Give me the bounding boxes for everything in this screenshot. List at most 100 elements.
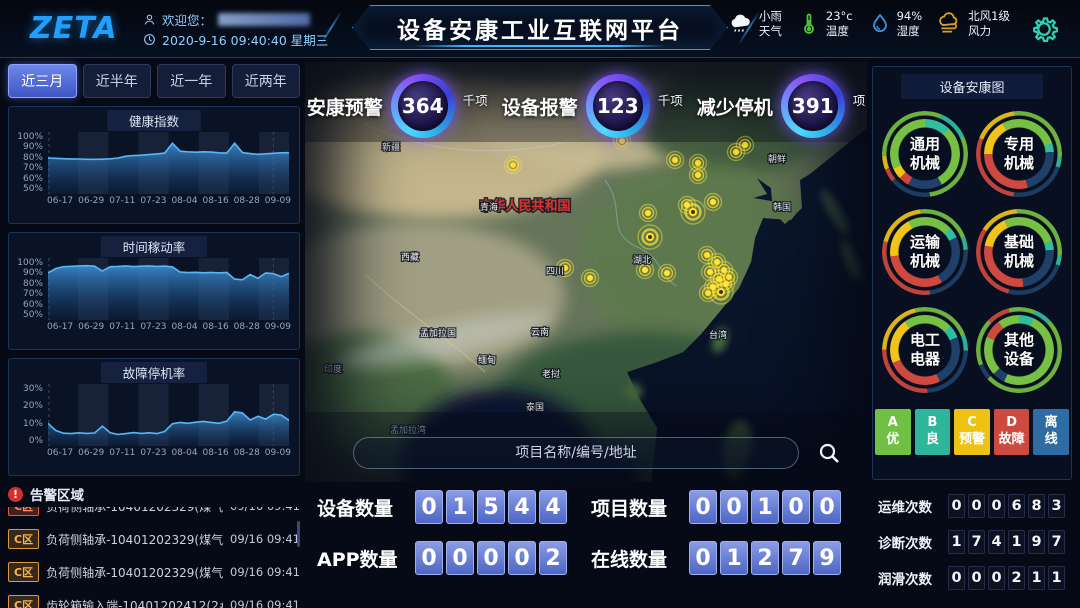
alert-text: 负荷侧轴承-10401202329(煤气引风机电...: [46, 564, 223, 581]
settings-gear-icon[interactable]: [1026, 11, 1062, 47]
range-button-3[interactable]: 近两年: [232, 64, 301, 98]
digit-box: 0: [782, 490, 810, 524]
map-search-bar: [353, 437, 841, 469]
map-marker[interactable]: [700, 285, 717, 302]
alert-list-scrollbar[interactable]: [297, 521, 300, 547]
counter-project-count: 项目数量 00100: [591, 490, 865, 524]
y-axis-labels: 100%90%80%70%60%50%: [15, 258, 47, 320]
rain-cloud-icon: [728, 11, 754, 37]
digit-box: 0: [477, 541, 505, 575]
gauge-运输机械[interactable]: 运输机械: [882, 209, 968, 295]
alert-row-2[interactable]: C区负荷侧轴承-10401202329(煤气引风机电...09/16 09:41: [8, 559, 300, 585]
counter-label: 诊断次数: [878, 532, 940, 552]
digit-box: 9: [1028, 530, 1045, 554]
digit-box: 0: [968, 494, 985, 518]
gauge-其他设备[interactable]: 其他设备: [976, 307, 1062, 393]
counter-label: 运维次数: [878, 496, 940, 516]
digit-box: 7: [1048, 530, 1065, 554]
map-marker[interactable]: [640, 205, 657, 222]
digit-box: 0: [689, 490, 717, 524]
map-marker[interactable]: [690, 167, 707, 184]
china-map[interactable]: 中华人民共和国新疆青海西藏四川云南湖北朝鲜韩国台湾印度孟加拉国缅甸老挝泰国孟加拉…: [305, 62, 867, 482]
map-marker[interactable]: [667, 152, 684, 169]
digit-box: 1: [446, 490, 474, 524]
gauge-通用机械[interactable]: 通用机械: [882, 111, 968, 197]
counter-digits: 174197: [948, 530, 1068, 554]
user-icon: [143, 13, 156, 26]
map-marker[interactable]: [638, 225, 662, 249]
map-marker[interactable]: [582, 270, 599, 287]
gauge-label: 电工电器: [882, 307, 968, 393]
gauge-label: 专用机械: [976, 111, 1062, 197]
weather-value: 23°c: [826, 9, 853, 24]
weather-item-wind: 北风1级风力: [937, 9, 1010, 39]
weather-value: 94%: [897, 9, 923, 24]
digit-box: 0: [948, 566, 965, 590]
kpi-ring-strip: 安康预警 364 千项 设备报警 123 千项 减少停机 391 项: [305, 74, 867, 138]
humidity-drop-icon: [868, 11, 892, 37]
thermometer-icon: [797, 11, 821, 37]
digit-box: 4: [508, 490, 536, 524]
digit-box: 7: [782, 541, 810, 575]
gauge-基础机械[interactable]: 基础机械: [976, 209, 1062, 295]
digit-box: 1: [720, 541, 748, 575]
gauge-专用机械[interactable]: 专用机械: [976, 111, 1062, 197]
digit-box: 6: [1008, 494, 1025, 518]
counter-label: 在线数量: [591, 545, 679, 572]
digit-box: 0: [689, 541, 717, 575]
map-marker[interactable]: [721, 269, 738, 286]
map-marker[interactable]: [681, 200, 705, 224]
alert-text: 负荷侧轴承-10401202329(煤气引风机电...: [46, 507, 223, 515]
kpi-label: 减少停机: [697, 93, 773, 120]
kpi-ring: 391: [781, 74, 845, 138]
range-button-2[interactable]: 近一年: [157, 64, 226, 98]
search-input[interactable]: [353, 437, 799, 469]
alert-row-3[interactable]: C区齿轮箱输入端-10401202412(2#（2V）...09/16 09:4…: [8, 592, 300, 608]
kpi-ring: 123: [586, 74, 650, 138]
digit-box: 1: [1008, 530, 1025, 554]
page-title: 设备安康工业互联网平台: [397, 11, 683, 45]
digit-box: 3: [1048, 494, 1065, 518]
y-axis-labels: 100%90%80%70%60%50%: [15, 132, 47, 194]
kpi-device-alarm: 设备报警 123 千项: [502, 74, 683, 138]
x-axis-labels: 06-1706-2907-1107-2308-0408-1608-2809-09: [13, 194, 295, 206]
digit-box: 0: [968, 566, 985, 590]
alert-text: 齿轮箱输入端-10401202412(2#（2V）...: [46, 597, 223, 608]
alert-row-1[interactable]: C区负荷侧轴承-10401202329(煤气引风机电...09/16 09:41: [8, 526, 300, 552]
range-button-1[interactable]: 近半年: [83, 64, 152, 98]
chart-fault-downtime: 故障停机率 30%20%10%0% 06-1706-2907-1107-2308…: [8, 358, 300, 476]
range-button-0[interactable]: 近三月: [8, 64, 77, 98]
legend-A: A优: [875, 409, 911, 455]
summary-counters: 设备数量 01544 项目数量 00100 APP数量 00002 在线数量 0…: [317, 490, 865, 592]
status-legend: A优B良C预警D故障离线: [873, 409, 1071, 455]
alert-row-0[interactable]: C区负荷侧轴承-10401202329(煤气引风机电...09/16 09:41: [8, 507, 300, 519]
kpi-unit: 千项: [658, 90, 683, 109]
map-marker[interactable]: [705, 194, 722, 211]
map-marker[interactable]: [728, 144, 745, 161]
map-place-label: 西藏: [401, 251, 419, 263]
chart-title: 时间稼动率: [101, 236, 208, 257]
map-marker[interactable]: [505, 157, 522, 174]
map-place-label: 老挝: [542, 368, 560, 380]
digit-box: 0: [988, 566, 1005, 590]
gauge-电工电器[interactable]: 电工电器: [882, 307, 968, 393]
alert-zone-badge: C区: [8, 562, 39, 582]
zeta-logo: ZETA: [30, 11, 118, 46]
digit-box: 0: [720, 490, 748, 524]
digit-box: 0: [813, 490, 841, 524]
search-icon[interactable]: [817, 441, 841, 465]
map-place-label: 四川: [546, 267, 564, 277]
wind-icon: [937, 11, 963, 37]
map-marker[interactable]: [659, 265, 676, 282]
kpi-ring: 364: [391, 74, 455, 138]
chart-title: 健康指数: [107, 110, 201, 131]
counter-digits: 01544: [415, 490, 570, 524]
kpi-value: 123: [593, 81, 643, 131]
alert-list: C区负荷侧轴承-10401202329(煤气引风机电...09/16 09:41…: [8, 507, 300, 608]
alert-icon: !: [8, 487, 23, 502]
kpi-label: 安康预警: [307, 93, 383, 120]
digit-box: 0: [508, 541, 536, 575]
counter-maintenance: 运维次数 000683: [878, 494, 1074, 518]
map-place-label: 朝鲜: [768, 153, 786, 165]
map-place-label: 孟加拉湾: [390, 424, 426, 436]
